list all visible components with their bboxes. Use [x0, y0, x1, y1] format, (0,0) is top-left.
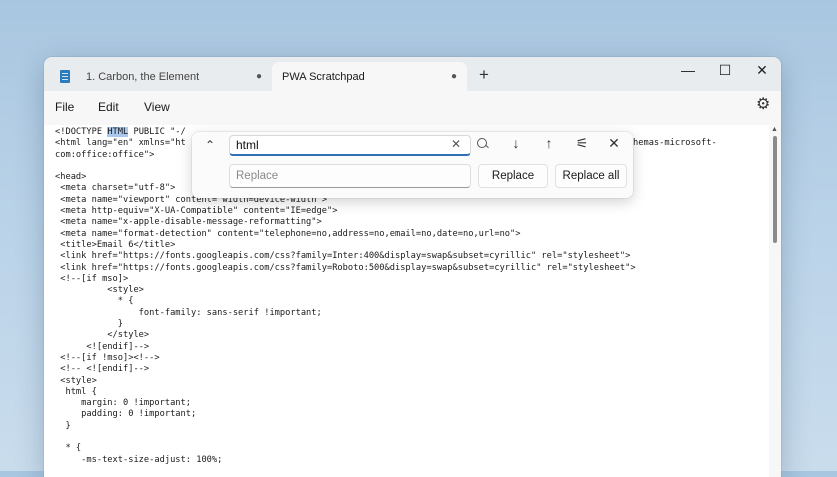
vertical-scrollbar[interactable]: ▲	[769, 125, 781, 477]
previous-match-button[interactable]: ↑	[539, 135, 559, 151]
search-options-icon[interactable]: ⚟	[572, 135, 592, 152]
tab-pwa-scratchpad[interactable]: PWA Scratchpad ●	[272, 62, 467, 91]
menu-file[interactable]: File	[55, 100, 74, 114]
close-window-button[interactable]: ✕	[750, 62, 774, 79]
tab-carbon-the-element[interactable]: 1. Carbon, the Element ●	[50, 62, 272, 91]
code-line: <html lang="en" xmlns="ht	[55, 138, 186, 149]
new-tab-button[interactable]: +	[479, 65, 489, 85]
tab-label: PWA Scratchpad	[282, 70, 365, 83]
code-line: <!DOCTYPE	[55, 127, 108, 137]
tab-label: 1. Carbon, the Element	[86, 70, 200, 83]
search-match-highlight: HTML	[107, 127, 129, 137]
close-find-button[interactable]: ✕	[604, 135, 624, 152]
minimize-button[interactable]: —	[676, 62, 700, 78]
code-line: com:office:office">	[55, 149, 155, 160]
clear-search-icon[interactable]: ✕	[451, 137, 461, 151]
next-match-button[interactable]: ↓	[506, 135, 526, 151]
code-line-end: hemas-microsoft-	[633, 138, 717, 149]
unsaved-dot-icon[interactable]: ●	[256, 71, 262, 82]
settings-gear-icon[interactable]: ⚙	[756, 94, 770, 114]
code-body: <head> <meta charset="utf-8"> <meta name…	[55, 172, 636, 465]
unsaved-dot-icon[interactable]: ●	[451, 71, 457, 82]
menu-bar: File Edit View	[44, 91, 781, 125]
search-icon[interactable]	[477, 138, 487, 148]
scroll-up-arrow-icon[interactable]: ▲	[771, 126, 778, 133]
code-line: PUBLIC "-/	[128, 127, 186, 137]
document-icon	[60, 70, 70, 83]
find-replace-panel: ⌃ ✕ ↓ ↑ ⚟ ✕ Replace Replace all	[192, 132, 633, 198]
replace-button[interactable]: Replace	[478, 164, 548, 188]
find-input[interactable]	[229, 135, 471, 156]
menu-view[interactable]: View	[144, 100, 170, 114]
scrollbar-thumb[interactable]	[773, 136, 777, 243]
toggle-replace-chevron-icon[interactable]: ⌃	[202, 138, 218, 152]
maximize-button[interactable]: ☐	[713, 62, 737, 79]
replace-input[interactable]	[229, 164, 471, 188]
menu-edit[interactable]: Edit	[98, 100, 119, 114]
app-window: 1. Carbon, the Element ● PWA Scratchpad …	[44, 57, 781, 477]
replace-all-button[interactable]: Replace all	[555, 164, 627, 188]
title-bar: 1. Carbon, the Element ● PWA Scratchpad …	[44, 57, 781, 91]
